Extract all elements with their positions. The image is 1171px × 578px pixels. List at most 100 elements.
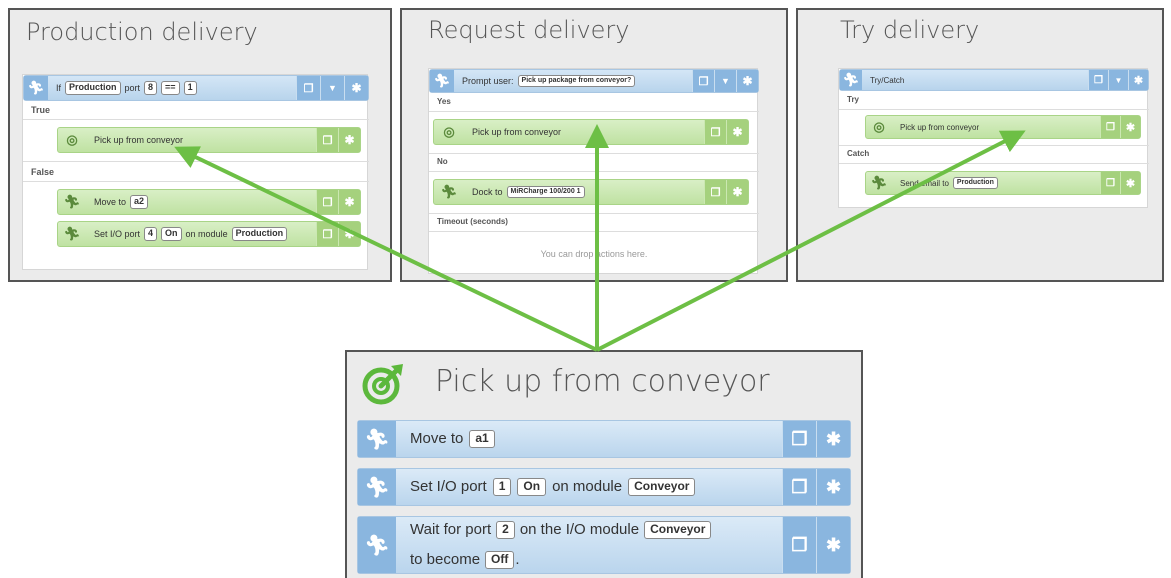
if-condition-row[interactable]: 🏃︎ If Production port 8 == 1 ❐ ▼ ✱ <box>23 75 369 101</box>
divider <box>429 213 759 214</box>
mission-editor: 🏃︎ If Production port 8 == 1 ❐ ▼ ✱ True … <box>22 74 369 270</box>
divider <box>23 181 369 182</box>
panel-title: Production delivery <box>26 18 258 46</box>
gear-icon[interactable]: ✱ <box>1128 70 1148 90</box>
panel-title: Request delivery <box>428 16 630 44</box>
gear-icon[interactable]: ✱ <box>726 120 748 144</box>
gear-icon[interactable]: ✱ <box>816 517 850 573</box>
copy-icon[interactable]: ❐ <box>1100 116 1120 138</box>
period-label: . <box>515 551 520 569</box>
send-email-label: Send email to <box>900 178 949 188</box>
pick-up-from-conveyor-row[interactable]: ◎ Pick up from conveyor ❐ ✱ <box>433 119 749 145</box>
mission-editor: 🏃︎ Try/Catch ❐ ▼ ✱ Try ◎ Pick up from co… <box>838 68 1149 208</box>
running-figure-icon: 🏃︎ <box>440 184 458 199</box>
gear-icon[interactable]: ✱ <box>338 222 360 246</box>
running-figure-icon: 🏃︎ <box>63 194 81 209</box>
mission-title: Pick up from conveyor <box>435 364 770 399</box>
module-chip[interactable]: Production <box>231 227 288 241</box>
try-branch-label: Try <box>847 95 860 104</box>
row-label: Pick up from conveyor <box>472 127 562 137</box>
dock-to-row[interactable]: 🏃︎ Dock to MiRCharge 100/200 1 ❐ ✱ <box>433 179 749 205</box>
position-chip[interactable]: a2 <box>130 195 149 209</box>
divider <box>429 231 759 232</box>
wait-for-port-row[interactable]: 🏃︎ Wait for port 2 on the I/O module Con… <box>357 516 851 574</box>
copy-icon[interactable]: ❐ <box>704 180 726 204</box>
chevron-down-icon[interactable]: ▼ <box>320 76 344 100</box>
move-to-label: Move to <box>94 197 127 207</box>
true-branch-label: True <box>31 105 51 115</box>
gear-icon[interactable]: ✱ <box>736 70 758 92</box>
running-figure-icon: 🏃︎ <box>870 175 888 190</box>
copy-icon[interactable]: ❐ <box>782 421 816 457</box>
copy-icon[interactable]: ❐ <box>316 128 338 152</box>
copy-icon[interactable]: ❐ <box>782 469 816 505</box>
port-chip[interactable]: 1 <box>492 478 512 496</box>
module-chip[interactable]: Conveyor <box>644 520 712 539</box>
gear-icon[interactable]: ✱ <box>1120 172 1140 194</box>
module-chip[interactable]: Conveyor <box>628 478 696 496</box>
port-chip[interactable]: 2 <box>496 520 515 539</box>
copy-icon[interactable]: ❐ <box>692 70 714 92</box>
copy-icon[interactable]: ❐ <box>316 222 338 246</box>
running-figure-icon: 🏃︎ <box>358 421 396 457</box>
gear-icon[interactable]: ✱ <box>338 190 360 214</box>
chevron-down-icon[interactable]: ▼ <box>714 70 736 92</box>
copy-icon[interactable]: ❐ <box>296 76 320 100</box>
running-figure-icon: 🏃︎ <box>358 517 396 573</box>
target-icon <box>362 364 403 405</box>
port-chip[interactable]: 8 <box>144 81 158 95</box>
try-catch-row[interactable]: 🏃︎ Try/Catch ❐ ▼ ✱ <box>839 69 1149 91</box>
move-to-row[interactable]: 🏃︎ Move to a1 ❐ ✱ <box>357 420 851 458</box>
state-chip[interactable]: On <box>161 227 182 241</box>
copy-icon[interactable]: ❐ <box>782 517 816 573</box>
set-io-label: Set I/O port <box>410 478 487 495</box>
question-chip[interactable]: Pick up package from conveyor? <box>517 75 636 87</box>
copy-icon[interactable]: ❐ <box>316 190 338 214</box>
move-to-row[interactable]: 🏃︎ Move to a2 ❐ ✱ <box>57 189 361 215</box>
copy-icon[interactable]: ❐ <box>1088 70 1108 90</box>
copy-icon[interactable]: ❐ <box>1100 172 1120 194</box>
divider <box>839 163 1149 164</box>
try-delivery-panel: Try delivery 🏃︎ Try/Catch ❐ ▼ ✱ Try ◎ Pi… <box>796 8 1164 282</box>
chevron-down-icon[interactable]: ▼ <box>1108 70 1128 90</box>
prompt-user-row[interactable]: 🏃︎ Prompt user: Pick up package from con… <box>429 69 759 93</box>
panel-title: Try delivery <box>840 16 980 44</box>
pick-up-from-conveyor-row[interactable]: ◎ Pick up from conveyor ❐ ✱ <box>57 127 361 153</box>
gear-icon[interactable]: ✱ <box>816 469 850 505</box>
dock-label: Dock to <box>472 187 503 197</box>
running-figure-icon: 🏃︎ <box>358 469 396 505</box>
divider <box>23 161 369 162</box>
charger-chip[interactable]: MiRCharge 100/200 1 <box>506 186 585 198</box>
position-chip[interactable]: a1 <box>469 430 495 448</box>
pick-up-from-conveyor-row[interactable]: ◎ Pick up from conveyor ❐ ✱ <box>865 115 1141 139</box>
on-module-label: on module <box>552 478 623 495</box>
recipient-chip[interactable]: Production <box>952 177 998 189</box>
row-label: Pick up from conveyor <box>94 135 184 145</box>
drop-zone-placeholder[interactable]: You can drop actions here. <box>429 249 759 259</box>
target-icon: ◎ <box>873 119 885 134</box>
io-module-label: on the I/O module <box>519 520 640 538</box>
gear-icon[interactable]: ✱ <box>726 180 748 204</box>
set-io-port-row[interactable]: 🏃︎ Set I/O port 4 On on module Productio… <box>57 221 361 247</box>
gear-icon[interactable]: ✱ <box>344 76 368 100</box>
gear-icon[interactable]: ✱ <box>1120 116 1140 138</box>
prompt-label: Prompt user: <box>462 76 514 86</box>
yes-branch-label: Yes <box>437 97 451 106</box>
port-chip[interactable]: 4 <box>144 227 158 241</box>
gear-icon[interactable]: ✱ <box>816 421 850 457</box>
state-chip[interactable]: Off <box>485 551 515 570</box>
timeout-label: Timeout (seconds) <box>437 217 508 226</box>
gear-icon[interactable]: ✱ <box>338 128 360 152</box>
module-chip[interactable]: Production <box>65 81 121 95</box>
target-icon: ◎ <box>66 132 78 147</box>
operator-chip[interactable]: == <box>161 81 180 95</box>
state-chip[interactable]: On <box>517 478 547 496</box>
send-email-row[interactable]: 🏃︎ Send email to Production ❐ ✱ <box>865 171 1141 195</box>
to-become-label: to become <box>410 551 481 569</box>
divider <box>23 119 369 120</box>
set-io-port-row[interactable]: 🏃︎ Set I/O port 1 On on module Conveyor … <box>357 468 851 506</box>
copy-icon[interactable]: ❐ <box>704 120 726 144</box>
row-label: Try/Catch <box>870 75 905 85</box>
mission-editor: 🏃︎ Prompt user: Pick up package from con… <box>428 68 759 274</box>
value-chip[interactable]: 1 <box>183 81 197 95</box>
